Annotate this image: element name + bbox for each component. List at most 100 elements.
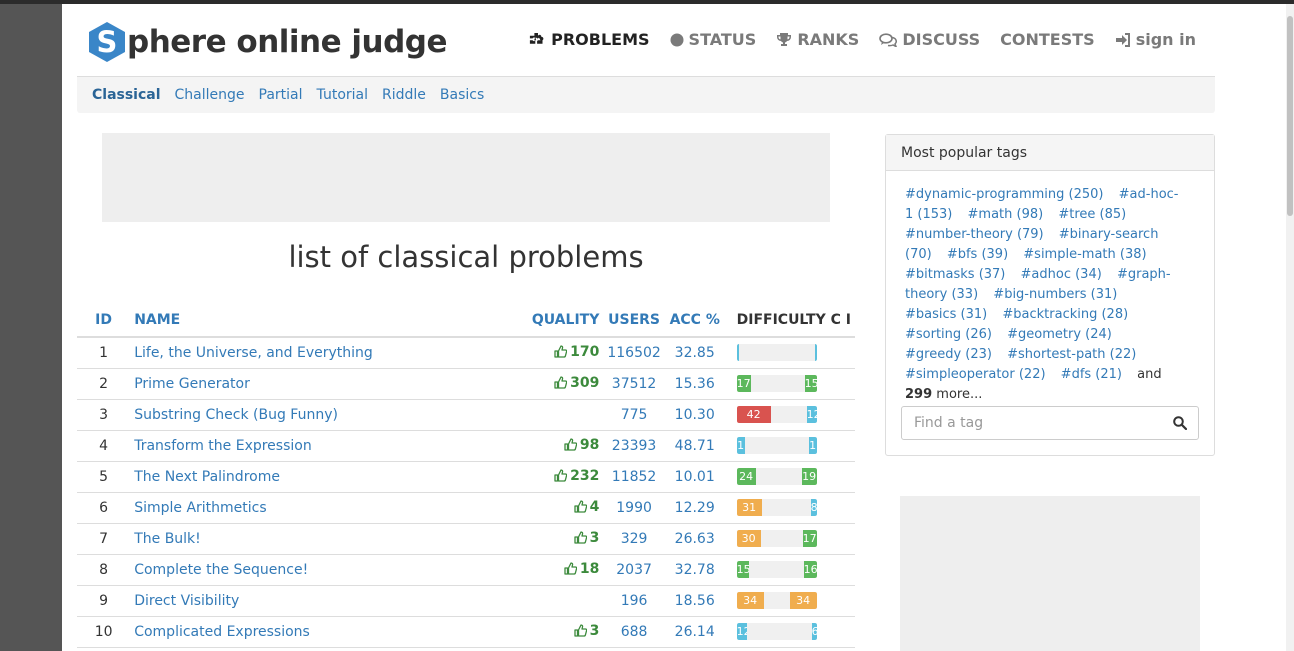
subnav-classical[interactable]: Classical bbox=[92, 87, 161, 103]
problem-link[interactable]: Substring Check (Bug Funny) bbox=[134, 407, 338, 423]
subnav-tutorial[interactable]: Tutorial bbox=[317, 87, 368, 103]
problem-name-cell: The Next Palindrome bbox=[130, 461, 528, 493]
quality-value: 170 bbox=[570, 343, 600, 360]
nav-discuss[interactable]: DISCUSS bbox=[879, 30, 980, 49]
quality-cell: 309 bbox=[527, 368, 604, 400]
tag-link[interactable]: #simple-math (38) bbox=[1023, 247, 1146, 262]
acceptance-rate[interactable]: 12.29 bbox=[664, 492, 725, 524]
problem-link[interactable]: The Next Palindrome bbox=[134, 469, 280, 485]
tag-link[interactable]: #dynamic-programming (250) bbox=[905, 187, 1104, 202]
problem-link[interactable]: Life, the Universe, and Everything bbox=[134, 345, 373, 361]
difficulty-implementation-segment: 6 bbox=[811, 623, 817, 640]
col-name-header[interactable]: NAME bbox=[130, 304, 528, 338]
page-title: list of classical problems bbox=[288, 240, 644, 274]
acceptance-rate[interactable]: 32.85 bbox=[664, 337, 725, 369]
users-count[interactable]: 37512 bbox=[603, 368, 665, 400]
acceptance-rate[interactable]: 48.71 bbox=[664, 430, 725, 462]
difficulty-implementation-segment: 15 bbox=[804, 375, 817, 392]
tag-search-box bbox=[901, 406, 1199, 440]
tag-search-input[interactable] bbox=[902, 408, 1162, 438]
col-difficulty-header[interactable]: DIFFICULTY C I bbox=[724, 304, 855, 338]
problem-link[interactable]: Complicated Expressions bbox=[134, 624, 310, 640]
table-row[interactable]: 7 The Bulk! 3 329 26.63 30 17 bbox=[77, 523, 855, 555]
scrollbar-track[interactable] bbox=[1286, 4, 1294, 651]
subnav-challenge[interactable]: Challenge bbox=[175, 87, 245, 103]
table-header-row: ID NAME QUALITY USERS ACC % DIFFICULTY C… bbox=[77, 304, 855, 338]
site-logo[interactable]: S phere online judge bbox=[87, 20, 448, 64]
tag-link[interactable]: #math (98) bbox=[968, 207, 1044, 222]
col-users-header[interactable]: USERS bbox=[603, 304, 665, 338]
tag-link[interactable]: #dfs (21) bbox=[1061, 367, 1122, 382]
col-quality-header[interactable]: QUALITY bbox=[527, 304, 604, 338]
tag-link[interactable]: #tree (85) bbox=[1058, 207, 1126, 222]
acceptance-rate[interactable]: 26.14 bbox=[664, 616, 725, 648]
subnav-riddle[interactable]: Riddle bbox=[382, 87, 426, 103]
problem-id: 5 bbox=[77, 461, 131, 493]
acceptance-rate[interactable]: 15.36 bbox=[664, 368, 725, 400]
table-row[interactable]: 2 Prime Generator 309 37512 15.36 17 15 bbox=[77, 368, 855, 400]
problem-link[interactable]: Simple Arithmetics bbox=[134, 500, 266, 516]
col-acc-header[interactable]: ACC % bbox=[664, 304, 725, 338]
tag-link[interactable]: #simpleoperator (22) bbox=[905, 367, 1046, 382]
problem-link[interactable]: Prime Generator bbox=[134, 376, 250, 392]
tag-link[interactable]: #shortest-path (22) bbox=[1007, 347, 1136, 362]
table-row[interactable]: 1 Life, the Universe, and Everything 170 11… bbox=[77, 337, 855, 369]
users-count[interactable]: 23393 bbox=[603, 430, 665, 462]
difficulty-cell: 24 19 bbox=[724, 461, 855, 493]
problem-link[interactable]: Transform the Expression bbox=[134, 438, 312, 454]
problem-link[interactable]: Complete the Sequence! bbox=[134, 562, 308, 578]
tag-link[interactable]: #adhoc (34) bbox=[1021, 267, 1102, 282]
table-row[interactable]: 4 Transform the Expression 98 23393 48.71 1 1 bbox=[77, 430, 855, 462]
tag-link[interactable]: #bitmasks (37) bbox=[905, 267, 1005, 282]
tag-link[interactable]: #basics (31) bbox=[905, 307, 987, 322]
users-count[interactable]: 196 bbox=[603, 585, 665, 617]
nav-status[interactable]: STATUS bbox=[670, 30, 756, 49]
table-row[interactable]: 5 The Next Palindrome 232 11852 10.01 24 19 bbox=[77, 461, 855, 493]
table-row[interactable]: 3Substring Check (Bug Funny) 77510.30 42 12 bbox=[77, 399, 855, 431]
thumbs-up-icon bbox=[554, 345, 568, 362]
tag-link[interactable]: #number-theory (79) bbox=[905, 227, 1044, 242]
acceptance-rate[interactable]: 10.01 bbox=[664, 461, 725, 493]
nav-problems[interactable]: PROBLEMS bbox=[528, 30, 650, 49]
quality-cell: 3 bbox=[527, 616, 604, 648]
acceptance-rate[interactable]: 10.30 bbox=[664, 399, 725, 431]
acceptance-rate[interactable]: 18.56 bbox=[664, 585, 725, 617]
subnav-basics[interactable]: Basics bbox=[440, 87, 484, 103]
acceptance-rate[interactable]: 32.78 bbox=[664, 554, 725, 586]
users-count[interactable]: 116502 bbox=[603, 337, 665, 369]
more-suffix[interactable]: more... bbox=[936, 387, 982, 402]
users-count[interactable]: 11852 bbox=[603, 461, 665, 493]
subnav-partial[interactable]: Partial bbox=[259, 87, 303, 103]
difficulty-bar: 15 16 bbox=[736, 561, 817, 578]
tag-link[interactable]: #greedy (23) bbox=[905, 347, 992, 362]
tag-link[interactable]: #sorting (26) bbox=[905, 327, 992, 342]
tag-link[interactable]: #big-numbers (31) bbox=[993, 287, 1117, 302]
acceptance-rate[interactable]: 26.63 bbox=[664, 523, 725, 555]
table-row[interactable]: 9 Direct Visibility 196 18.56 34 34 bbox=[77, 585, 855, 617]
users-count[interactable]: 2037 bbox=[603, 554, 665, 586]
users-count[interactable]: 1990 bbox=[603, 492, 665, 524]
scrollbar-thumb[interactable] bbox=[1287, 16, 1293, 216]
difficulty-concept-segment bbox=[736, 344, 739, 362]
table-row[interactable]: 10Complicated Expressions 368826.14 12 6 bbox=[77, 616, 855, 648]
users-count[interactable]: 688 bbox=[603, 616, 665, 648]
nav-discuss-label: DISCUSS bbox=[902, 30, 981, 49]
tag-link[interactable]: #bfs (39) bbox=[947, 247, 1008, 262]
nav-ranks[interactable]: RANKS bbox=[776, 30, 859, 49]
problem-link[interactable]: Direct Visibility bbox=[134, 593, 239, 609]
difficulty-bar: 11 bbox=[736, 437, 817, 454]
problem-link[interactable]: The Bulk! bbox=[134, 531, 201, 547]
search-icon[interactable] bbox=[1162, 416, 1198, 430]
logo-text: phere online judge bbox=[127, 24, 448, 60]
col-id-header[interactable]: ID bbox=[77, 304, 131, 338]
difficulty-concept-segment: 1 bbox=[736, 437, 745, 454]
nav-contests[interactable]: CONTESTS bbox=[1000, 30, 1095, 49]
tag-link[interactable]: #geometry (24) bbox=[1007, 327, 1112, 342]
users-count[interactable]: 329 bbox=[603, 523, 665, 555]
difficulty-bar: 30 17 bbox=[736, 530, 817, 547]
nav-sign-in[interactable]: sign in bbox=[1115, 30, 1196, 49]
users-count[interactable]: 775 bbox=[603, 399, 665, 431]
table-row[interactable]: 6 Simple Arithmetics 4 1990 12.29 31 8 bbox=[77, 492, 855, 524]
table-row[interactable]: 8 Complete the Sequence! 18 2037 32.78 15 16 bbox=[77, 554, 855, 586]
tag-link[interactable]: #backtracking (28) bbox=[1002, 307, 1128, 322]
